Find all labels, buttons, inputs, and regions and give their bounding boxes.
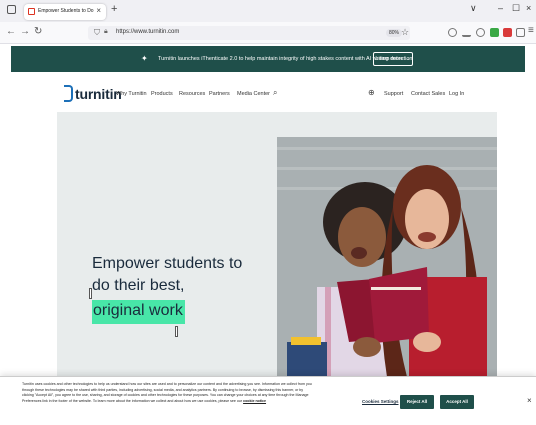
globe-icon[interactable]: ⊕	[368, 88, 375, 97]
list-all-tabs-icon[interactable]: ∨	[470, 3, 477, 14]
cookie-banner: Turnitin uses cookies and other technolo…	[0, 376, 536, 425]
maximize-button[interactable]: ☐	[512, 3, 520, 14]
students-reading-illustration	[277, 137, 497, 377]
minimize-button[interactable]: –	[498, 3, 503, 13]
close-window-button[interactable]: ×	[526, 3, 531, 13]
accept-all-button[interactable]: Accept All	[440, 395, 474, 409]
cookie-notice-body: Turnitin uses cookies and other technolo…	[22, 382, 312, 403]
search-icon[interactable]: ⌕	[273, 88, 277, 98]
bookmark-star-icon[interactable]: ☆	[401, 27, 409, 38]
turnitin-favicon-icon	[28, 8, 35, 15]
nav-media-center[interactable]: Media Center	[237, 91, 270, 97]
back-arrow-icon[interactable]: ←	[6, 26, 16, 37]
nav-support[interactable]: Support	[384, 91, 403, 97]
tab-close-icon[interactable]: ×	[96, 6, 101, 15]
nav-products[interactable]: Products	[151, 91, 173, 97]
tab-bar: Empower Students to Do Their × + ∨ – ☐ ×	[0, 0, 536, 22]
hero-heading-line2: do their best,	[92, 277, 185, 294]
extension-green-icon[interactable]	[490, 28, 499, 37]
menu-icon[interactable]: ≡	[528, 25, 534, 36]
cookie-notice-link[interactable]: cookie notice	[243, 399, 266, 403]
nav-resources[interactable]: Resources	[179, 91, 205, 97]
turnitin-logo[interactable]: turnitin	[75, 86, 122, 102]
nav-partners[interactable]: Partners	[209, 91, 230, 97]
reload-icon[interactable]: ↻	[34, 26, 42, 37]
cookie-notice-text: Turnitin uses cookies and other technolo…	[22, 382, 312, 404]
account-icon[interactable]	[476, 28, 485, 37]
browser-tab[interactable]: Empower Students to Do Their ×	[24, 4, 106, 20]
cookie-close-icon[interactable]: ×	[527, 396, 532, 405]
forward-arrow-icon[interactable]: →	[20, 26, 30, 37]
url-text[interactable]: https://www.turnitin.com	[116, 29, 179, 35]
announcement-bar: ✦ Turnitin launches iThenticate 2.0 to h…	[11, 46, 525, 72]
hero-section: Empower students to do their best, origi…	[57, 112, 497, 377]
lock-icon[interactable]: 🔒︎	[104, 28, 108, 36]
navigation-bar: ← → ↻ ⛉ 🔒︎ https://www.turnitin.com 80% …	[0, 22, 536, 44]
tab-title: Empower Students to Do Their	[38, 8, 94, 14]
hero-heading-line1: Empower students to	[92, 255, 243, 272]
reject-all-button[interactable]: Reject All	[400, 395, 434, 409]
pocket-icon[interactable]	[448, 28, 457, 37]
shield-icon[interactable]: ⛉	[94, 28, 100, 38]
nav-why-turnitin[interactable]: Why Turnitin	[116, 91, 147, 97]
tab-list-icon[interactable]	[7, 5, 16, 14]
extensions-puzzle-icon[interactable]	[516, 28, 525, 37]
extension-red-icon[interactable]	[503, 28, 512, 37]
megaphone-icon: ✦	[141, 54, 148, 63]
hero-photo-students	[277, 137, 497, 377]
learn-more-button[interactable]: Learn more →	[373, 52, 413, 66]
nav-contact-sales[interactable]: Contact Sales	[411, 91, 445, 97]
new-tab-button[interactable]: +	[111, 3, 117, 15]
zoom-level[interactable]: 80%	[386, 29, 403, 37]
download-icon[interactable]	[462, 28, 471, 37]
selection-handle-end[interactable]	[175, 326, 178, 337]
turnitin-logo-icon[interactable]	[64, 85, 73, 102]
hero-heading-highlight: original work	[92, 300, 185, 324]
url-bar[interactable]: ⛉ 🔒︎ https://www.turnitin.com 80% ☆	[88, 26, 410, 40]
selection-handle-start[interactable]	[89, 288, 92, 299]
nav-log-in[interactable]: Log In	[449, 91, 464, 97]
cookies-settings-button[interactable]: Cookies Settings	[362, 399, 399, 404]
